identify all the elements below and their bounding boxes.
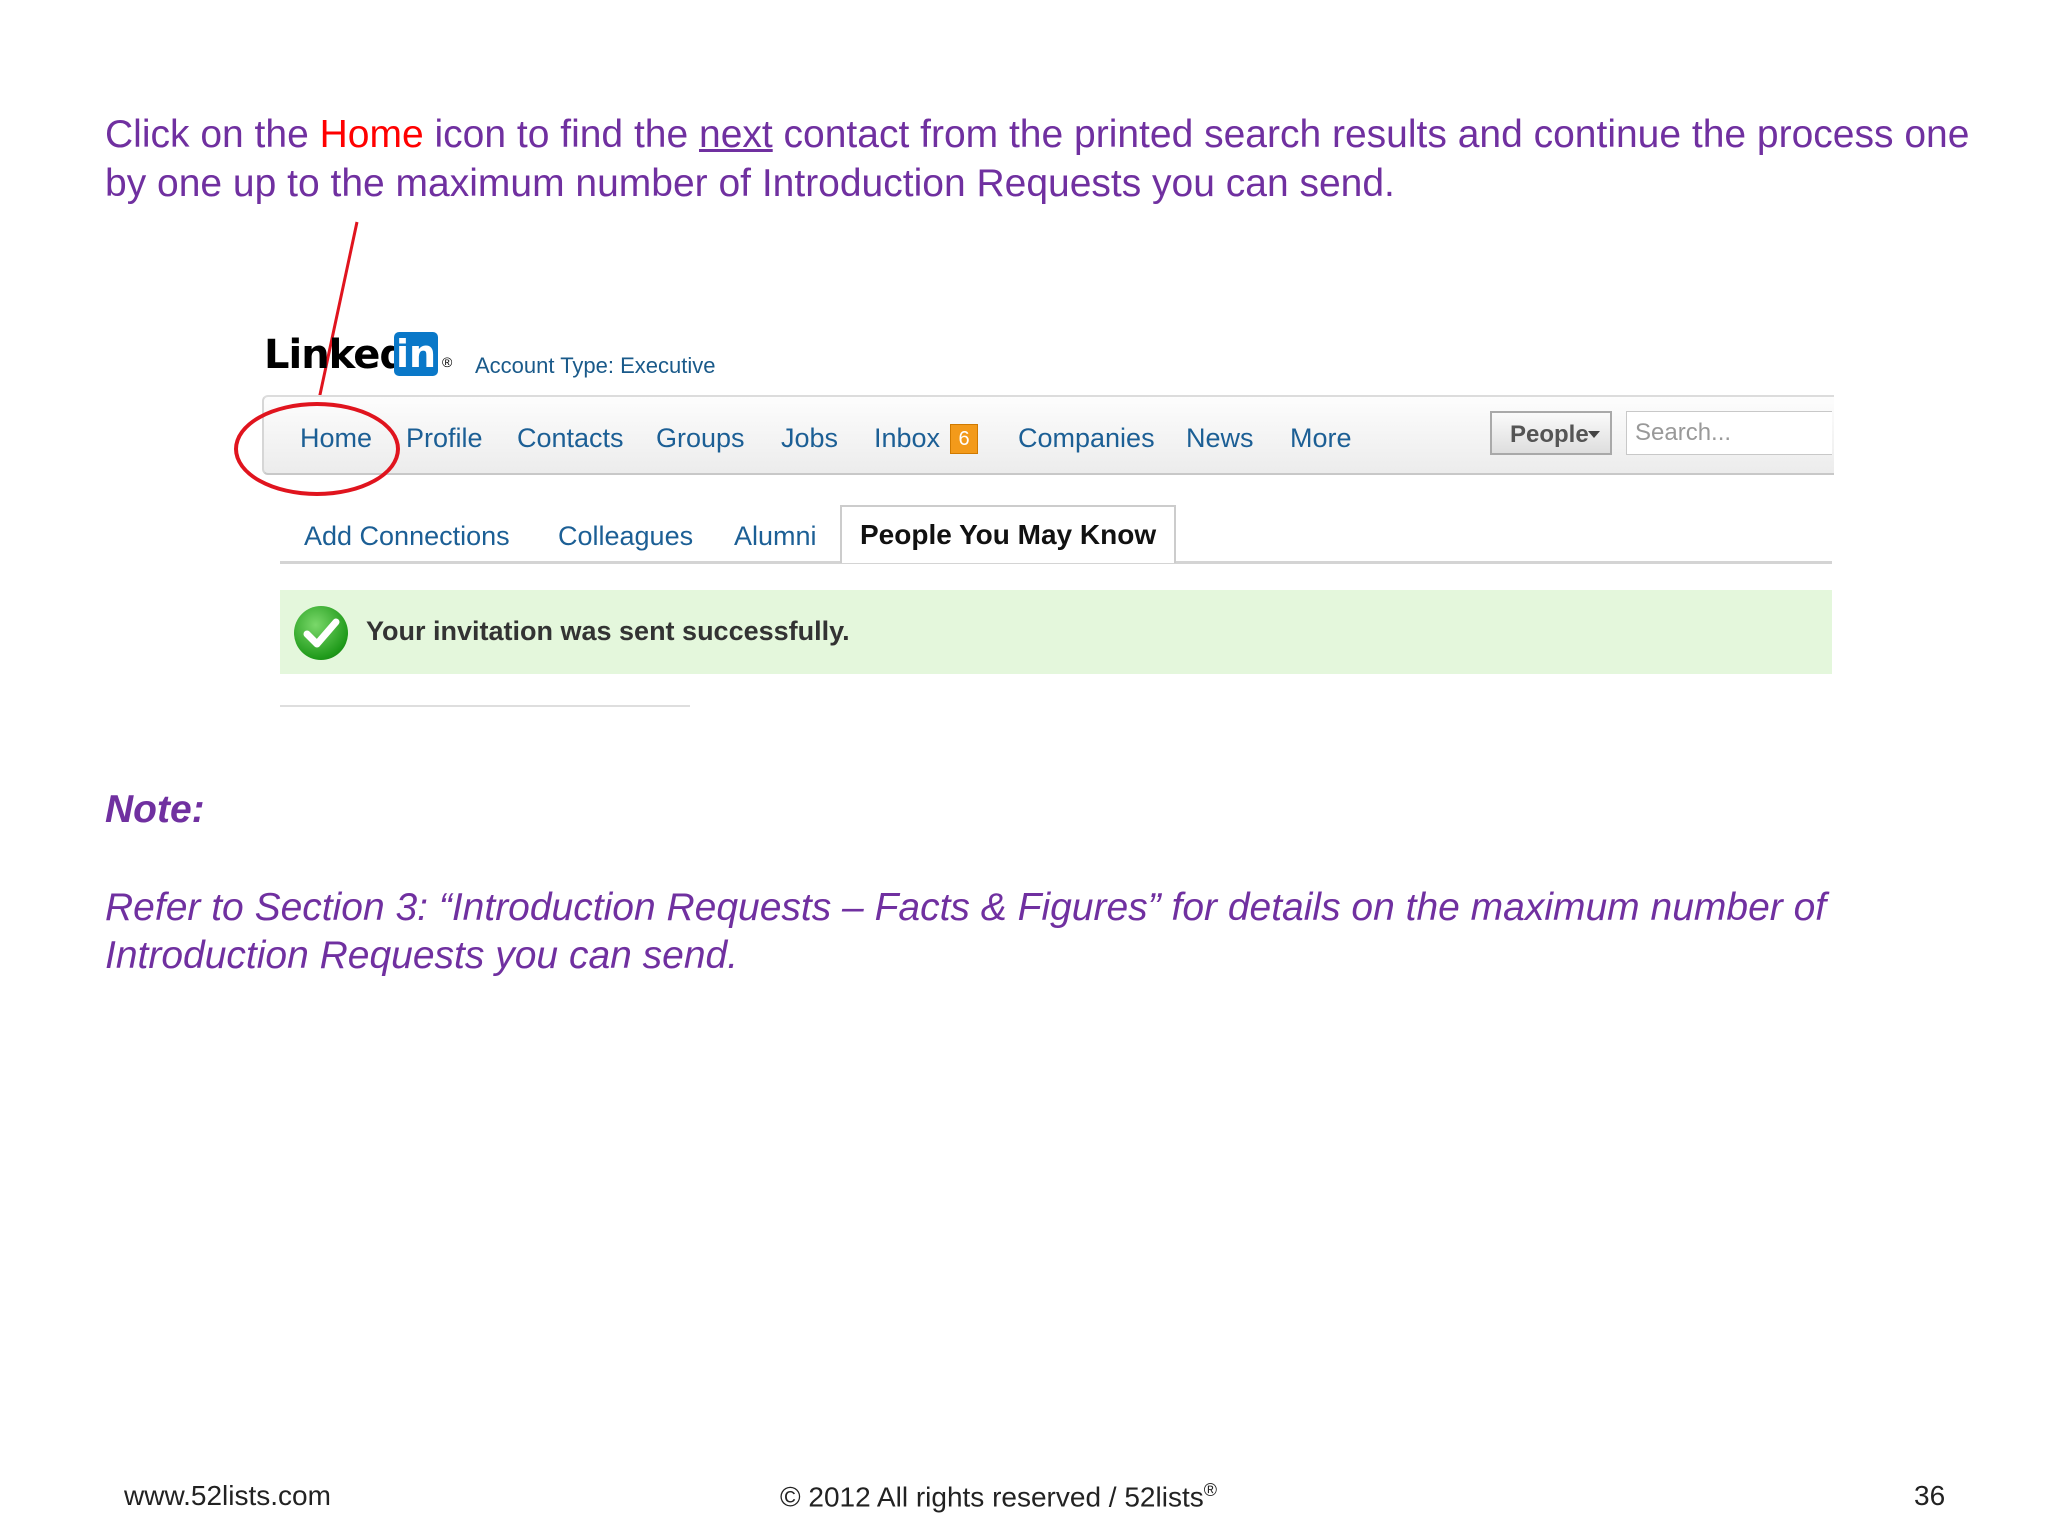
annotation-pointer-line [316, 221, 359, 405]
footer-copyright-text: © 2012 All rights reserved / 52lists [780, 1481, 1204, 1513]
content-divider [280, 705, 690, 707]
tab-people-you-may-know[interactable]: People You May Know [840, 505, 1177, 563]
logo-in-box-icon: in [394, 332, 438, 376]
caret-down-icon [1588, 431, 1600, 438]
logo-registered-mark: ® [442, 354, 453, 370]
note-body: Refer to Section 3: “Introduction Reques… [105, 886, 1827, 977]
annotation-circle [234, 402, 400, 496]
search-scope-label: People [1510, 421, 1589, 448]
nav-more[interactable]: More [1290, 423, 1352, 454]
logo-wordmark: Linked [264, 332, 408, 378]
nav-groups[interactable]: Groups [656, 423, 745, 454]
instruction-next-word: next [699, 113, 773, 156]
nav-companies[interactable]: Companies [1018, 423, 1155, 454]
tab-colleagues[interactable]: Colleagues [558, 521, 693, 552]
nav-contacts[interactable]: Contacts [517, 423, 624, 454]
nav-jobs[interactable]: Jobs [781, 423, 838, 454]
search-scope-dropdown[interactable]: People [1490, 411, 1612, 455]
footer-copyright: © 2012 All rights reserved / 52lists® [780, 1480, 1217, 1513]
success-message-banner: Your invitation was sent successfully. [280, 590, 1832, 674]
tab-alumni[interactable]: Alumni [734, 521, 817, 552]
account-type-label: Account Type: Executive [475, 353, 716, 378]
page-number: 36 [1914, 1480, 1946, 1511]
footer-website: www.52lists.com [124, 1480, 331, 1511]
nav-inbox[interactable]: Inbox 6 [874, 423, 979, 454]
checkmark-icon [294, 606, 348, 660]
instruction-part-2: icon to find the [423, 113, 699, 156]
note-heading: Note: [105, 788, 205, 831]
instruction-text: Click on the Home icon to find the next … [105, 110, 1985, 208]
footer-copyright-mark: ® [1203, 1480, 1217, 1500]
search-input[interactable] [1626, 411, 1832, 455]
nav-profile[interactable]: Profile [406, 423, 483, 454]
success-message-text: Your invitation was sent successfully. [366, 616, 850, 646]
connections-subtabs: Add Connections Colleagues Alumni People… [280, 505, 1832, 564]
instruction-part-1: Click on the [105, 113, 320, 156]
inbox-count-badge: 6 [950, 424, 979, 454]
tab-add-connections[interactable]: Add Connections [304, 521, 510, 552]
nav-inbox-label: Inbox [874, 423, 941, 453]
instruction-home-word: Home [319, 113, 424, 156]
nav-news[interactable]: News [1186, 423, 1254, 454]
